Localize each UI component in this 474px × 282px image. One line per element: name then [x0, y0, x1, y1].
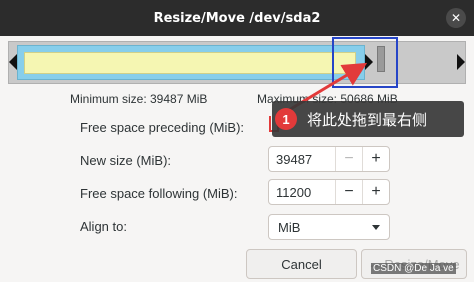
free-following-input[interactable]: 11200: [269, 185, 335, 200]
annotation-text: 将此处拖到最右侧: [307, 111, 428, 129]
free-following-decrement-button[interactable]: −: [335, 180, 362, 204]
watermark: CSDN @De Ja ve: [371, 263, 456, 274]
minimum-size-label: Minimum size: 39487 MiB: [70, 92, 208, 106]
new-size-stepper[interactable]: 39487 − +: [268, 146, 390, 172]
free-following-increment-button[interactable]: +: [362, 180, 389, 204]
align-selected-value: MiB: [278, 219, 301, 235]
left-resize-handle-icon[interactable]: [9, 54, 17, 70]
cancel-button[interactable]: Cancel: [246, 249, 357, 279]
window-title: Resize/Move /dev/sda2: [153, 10, 321, 26]
free-preceding-label: Free space preceding (MiB):: [80, 120, 245, 135]
new-size-increment-button[interactable]: +: [362, 147, 389, 171]
align-to-label: Align to:: [80, 219, 127, 234]
free-following-stepper[interactable]: 11200 − +: [268, 179, 390, 205]
chevron-down-icon: [372, 224, 380, 230]
title-bar: Resize/Move /dev/sda2 ✕: [0, 0, 474, 36]
free-following-label: Free space following (MiB):: [80, 186, 238, 201]
far-right-handle-icon[interactable]: [457, 54, 465, 70]
annotation-callout: 1 将此处拖到最右侧: [272, 101, 464, 137]
new-size-decrement-button[interactable]: −: [335, 147, 362, 171]
align-select[interactable]: MiB: [268, 214, 390, 240]
partition-used-block[interactable]: [17, 45, 365, 80]
annotation-highlight-box: [332, 37, 398, 88]
new-size-label: New size (MiB):: [80, 153, 172, 168]
close-icon[interactable]: ✕: [446, 8, 466, 28]
new-size-input[interactable]: 39487: [269, 152, 335, 167]
annotation-number-badge: 1: [275, 108, 297, 130]
partition-data-area: [24, 52, 356, 74]
